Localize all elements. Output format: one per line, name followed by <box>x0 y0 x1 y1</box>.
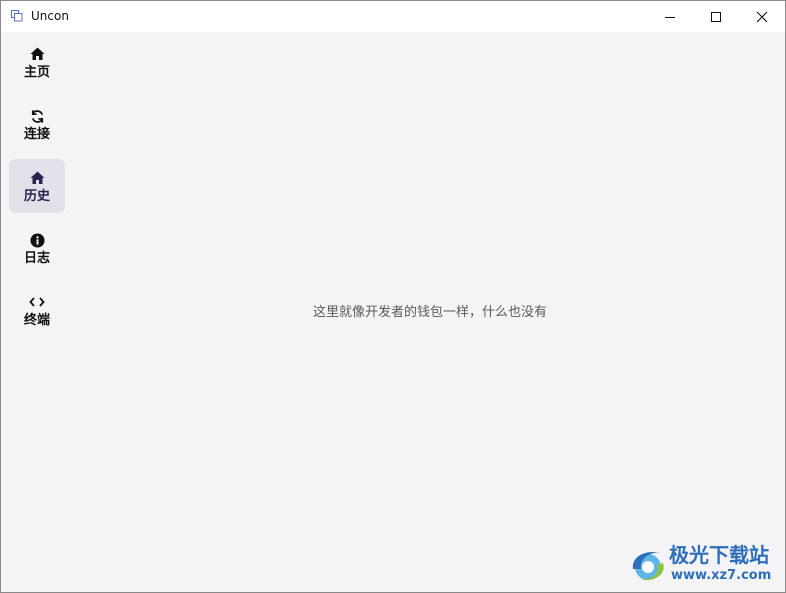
minimize-button[interactable] <box>647 1 693 32</box>
watermark-url: www.xz7.com <box>671 568 772 583</box>
app-icon <box>11 10 23 22</box>
close-button[interactable] <box>739 1 785 32</box>
title-bar[interactable]: Uncon <box>1 1 785 32</box>
info-icon <box>29 232 45 248</box>
sync-icon <box>29 108 45 124</box>
sidebar-item-home[interactable]: 主页 <box>9 35 65 89</box>
sidebar-item-label: 主页 <box>23 65 50 80</box>
home-icon <box>29 46 45 62</box>
empty-state-message: 这里就像开发者的钱包一样，什么也没有 <box>312 305 547 320</box>
close-icon <box>756 11 768 22</box>
minimize-icon <box>665 16 675 18</box>
sidebar-item-logs[interactable]: 日志 <box>9 221 65 275</box>
sidebar-item-label: 日志 <box>23 251 50 266</box>
watermark: 极光下载站 www.xz7.com <box>627 541 779 587</box>
sidebar-item-label: 历史 <box>23 189 50 204</box>
sidebar-item-terminal[interactable]: 终端 <box>9 283 65 337</box>
code-icon <box>29 294 45 310</box>
sidebar-item-label: 连接 <box>23 127 50 142</box>
app-window: Uncon 主页 连接 历史 日志 终端 这里就像开发者的钱包一样，什么也没有 … <box>0 0 786 593</box>
sidebar-item-history[interactable]: 历史 <box>9 159 65 213</box>
home-icon <box>29 170 45 186</box>
window-title: Uncon <box>31 9 69 23</box>
maximize-button[interactable] <box>693 1 739 32</box>
sidebar-nav: 主页 连接 历史 日志 终端 <box>1 32 75 592</box>
watermark-name: 极光下载站 <box>669 543 769 567</box>
sidebar-item-label: 终端 <box>23 313 50 328</box>
maximize-icon <box>711 11 721 22</box>
sidebar-item-connect[interactable]: 连接 <box>9 97 65 151</box>
watermark-logo-icon <box>632 551 664 581</box>
